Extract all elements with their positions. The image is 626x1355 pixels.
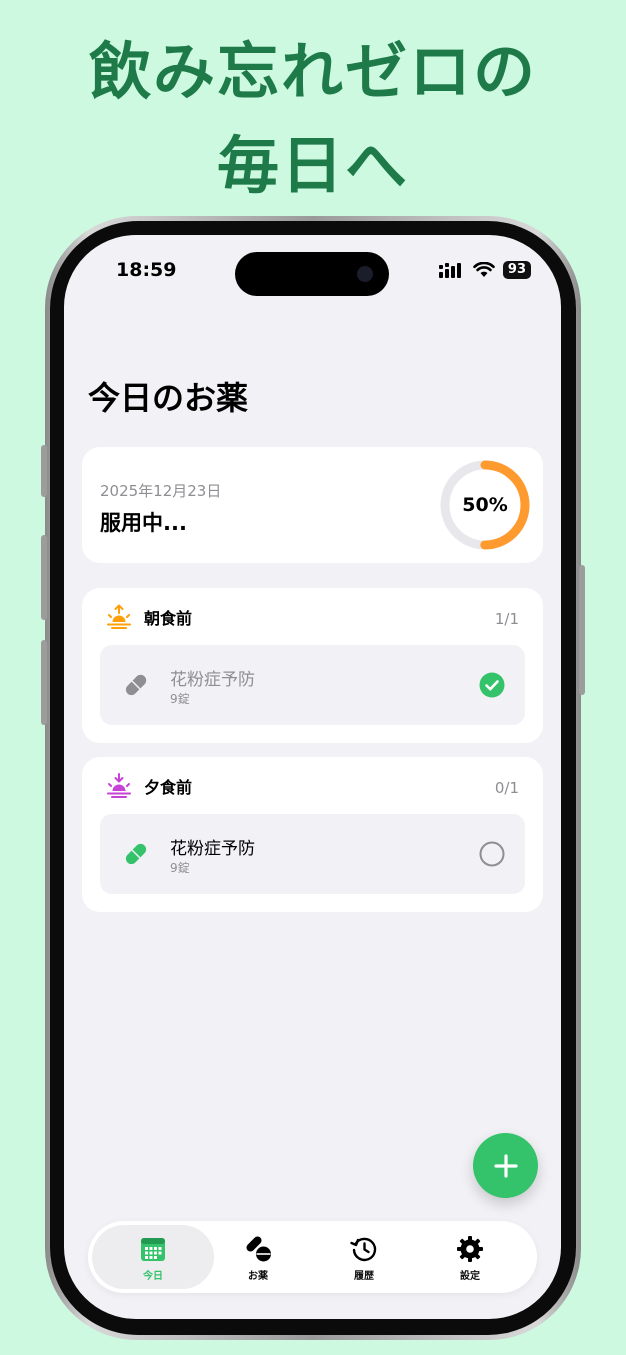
tab-settings[interactable]: 設定: [416, 1221, 524, 1293]
tab-today[interactable]: 今日: [99, 1221, 207, 1293]
medication-name: 花粉症予防: [170, 839, 255, 859]
pill-icon: [125, 843, 147, 865]
tab-bar: 今日 お薬 履歴 設定: [88, 1221, 537, 1293]
volume-up-button: [41, 535, 47, 620]
wifi-icon: [473, 262, 495, 277]
summary-status: 服用中...: [100, 511, 187, 535]
tab-history[interactable]: 履歴: [310, 1221, 418, 1293]
progress-percentage: 50%: [462, 494, 508, 516]
tab-label: お薬: [248, 1271, 268, 1282]
battery-indicator: 93: [502, 261, 531, 279]
medication-name: 花粉症予防: [170, 670, 255, 690]
sunset-icon: [107, 773, 131, 798]
page-title: 今日のお薬: [88, 379, 249, 417]
tab-label: 設定: [460, 1271, 480, 1282]
medication-row[interactable]: 花粉症予防 9錠: [100, 814, 525, 894]
camera-icon: [357, 266, 373, 282]
status-time: 18:59: [116, 259, 177, 281]
tab-label: 今日: [143, 1271, 163, 1282]
add-medication-button[interactable]: [473, 1133, 538, 1198]
volume-down-button: [41, 640, 47, 725]
pills-icon: [246, 1236, 271, 1262]
slot-header: 朝食前: [106, 604, 192, 630]
calendar-icon: [141, 1238, 165, 1261]
empty-circle-icon[interactable]: [479, 841, 505, 867]
summary-date: 2025年12月23日: [100, 482, 222, 500]
medication-dose: 9錠: [170, 861, 190, 875]
dynamic-island: [235, 252, 389, 296]
sunrise-icon: [107, 604, 131, 629]
promo-headline-line1: 飲み忘れゼロの: [88, 35, 537, 108]
slot-label: 朝食前: [144, 609, 193, 628]
pill-icon: [125, 674, 147, 696]
signal-icon: [438, 263, 461, 278]
checkmark-icon[interactable]: [479, 672, 505, 698]
slot-header: 夕食前: [106, 773, 192, 799]
app-screen: 18:59 93 今日のお薬 2025年12月23日 服用中... 50% 朝食…: [64, 235, 561, 1319]
slot-card-before-dinner: 夕食前 0/1 花粉症予防 9錠: [82, 757, 543, 912]
plus-icon: [493, 1153, 518, 1178]
medication-row[interactable]: 花粉症予防 9錠: [100, 645, 525, 725]
status-indicators: 93: [438, 261, 531, 279]
slot-count: 0/1: [494, 779, 519, 797]
slot-card-before-breakfast: 朝食前 1/1 花粉症予防 9錠: [82, 588, 543, 743]
medication-dose: 9錠: [170, 692, 190, 706]
gear-icon: [457, 1236, 483, 1262]
tab-medications[interactable]: お薬: [204, 1221, 312, 1293]
slot-label: 夕食前: [144, 778, 193, 797]
tab-label: 履歴: [354, 1271, 374, 1282]
history-icon: [350, 1237, 377, 1262]
slot-count: 1/1: [494, 610, 519, 628]
promo-headline-line2: 毎日へ: [216, 129, 409, 202]
promo-headline: 飲み忘れゼロの 毎日へ: [0, 30, 626, 208]
summary-card: 2025年12月23日 服用中... 50%: [82, 447, 543, 563]
power-button: [579, 565, 585, 695]
action-button: [41, 445, 47, 497]
